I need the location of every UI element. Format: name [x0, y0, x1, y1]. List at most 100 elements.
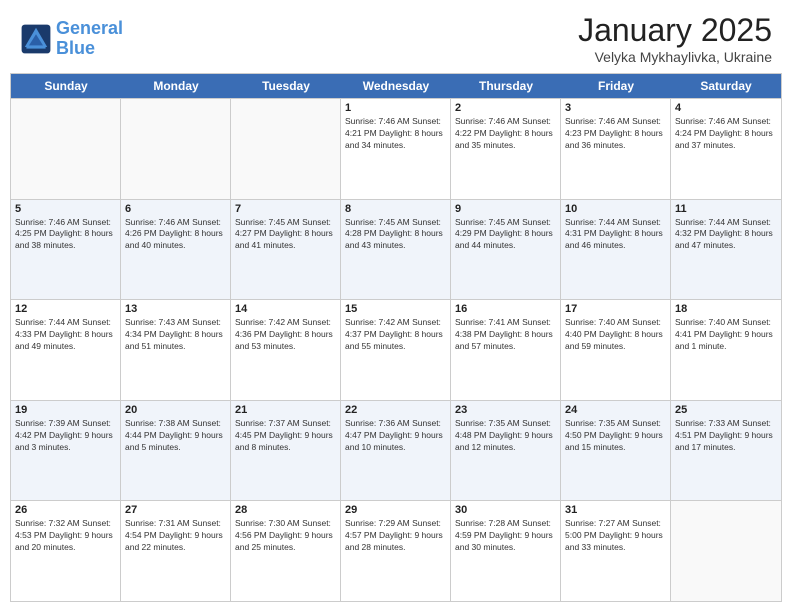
header-wednesday: Wednesday	[341, 74, 451, 98]
day-info-1: Sunrise: 7:46 AM Sunset: 4:21 PM Dayligh…	[345, 116, 446, 152]
day-cell-4: 4 Sunrise: 7:46 AM Sunset: 4:24 PM Daylig…	[671, 99, 781, 199]
day-number-22: 22	[345, 404, 446, 416]
day-number-13: 13	[125, 303, 226, 315]
day-number-12: 12	[15, 303, 116, 315]
day-info-4: Sunrise: 7:46 AM Sunset: 4:24 PM Dayligh…	[675, 116, 777, 152]
logo: General Blue	[20, 19, 123, 59]
logo-text: General Blue	[56, 19, 123, 59]
day-cell-12: 12Sunrise: 7:44 AM Sunset: 4:33 PM Dayli…	[11, 300, 121, 400]
calendar-body: 1Sunrise: 7:46 AM Sunset: 4:21 PM Daylig…	[11, 98, 781, 601]
day-number-31: 31	[565, 504, 666, 516]
day-cell-21: 21 Sunrise: 7:37 AM Sunset: 4:45 PM Dayli…	[231, 401, 341, 501]
day-cell-30: 30Sunrise: 7:28 AM Sunset: 4:59 PM Dayli…	[451, 501, 561, 601]
day-info-23: Sunrise: 7:35 AM Sunset: 4:48 PM Dayligh…	[455, 418, 556, 454]
day-info-28: Sunrise: 7:30 AM Sunset: 4:56 PM Dayligh…	[235, 518, 336, 554]
day-cell-24: 24 Sunrise: 7:35 AM Sunset: 4:50 PM Dayli…	[561, 401, 671, 501]
header-thursday: Thursday	[451, 74, 561, 98]
day-number-8: 8	[345, 203, 446, 215]
day-number-10: 10	[565, 203, 666, 215]
day-number-26: 26	[15, 504, 116, 516]
day-cell-17: 17 Sunrise: 7:40 AM Sunset: 4:40 PM Dayli…	[561, 300, 671, 400]
day-number-4: 4	[675, 102, 777, 114]
day-number-24: 24	[565, 404, 666, 416]
day-info-7: Sunrise: 7:45 AM Sunset: 4:27 PM Dayligh…	[235, 217, 336, 253]
day-info-8: Sunrise: 7:45 AM Sunset: 4:28 PM Dayligh…	[345, 217, 446, 253]
calendar-header: Sunday Monday Tuesday Wednesday Thursday…	[11, 74, 781, 98]
day-cell-9: 9Sunrise: 7:45 AM Sunset: 4:29 PM Daylig…	[451, 200, 561, 300]
day-info-25: Sunrise: 7:33 AM Sunset: 4:51 PM Dayligh…	[675, 418, 777, 454]
day-info-9: Sunrise: 7:45 AM Sunset: 4:29 PM Dayligh…	[455, 217, 556, 253]
day-number-7: 7	[235, 203, 336, 215]
day-number-15: 15	[345, 303, 446, 315]
day-number-19: 19	[15, 404, 116, 416]
header-tuesday: Tuesday	[231, 74, 341, 98]
day-info-2: Sunrise: 7:46 AM Sunset: 4:22 PM Dayligh…	[455, 116, 556, 152]
day-info-19: Sunrise: 7:39 AM Sunset: 4:42 PM Dayligh…	[15, 418, 116, 454]
day-cell-empty	[11, 99, 121, 199]
day-cell-19: 19 Sunrise: 7:39 AM Sunset: 4:42 PM Dayli…	[11, 401, 121, 501]
day-info-20: Sunrise: 7:38 AM Sunset: 4:44 PM Dayligh…	[125, 418, 226, 454]
page: General Blue January 2025 Velyka Mykhayl…	[0, 0, 792, 612]
day-cell-11: 11Sunrise: 7:44 AM Sunset: 4:32 PM Dayli…	[671, 200, 781, 300]
day-info-13: Sunrise: 7:43 AM Sunset: 4:34 PM Dayligh…	[125, 317, 226, 353]
week-row-4: 19 Sunrise: 7:39 AM Sunset: 4:42 PM Dayli…	[11, 400, 781, 501]
day-info-15: Sunrise: 7:42 AM Sunset: 4:37 PM Dayligh…	[345, 317, 446, 353]
day-info-16: Sunrise: 7:41 AM Sunset: 4:38 PM Dayligh…	[455, 317, 556, 353]
day-number-6: 6	[125, 203, 226, 215]
day-cell-1: 1Sunrise: 7:46 AM Sunset: 4:21 PM Daylig…	[341, 99, 451, 199]
day-info-6: Sunrise: 7:46 AM Sunset: 4:26 PM Dayligh…	[125, 217, 226, 253]
header-friday: Friday	[561, 74, 671, 98]
day-cell-15: 15 Sunrise: 7:42 AM Sunset: 4:37 PM Dayli…	[341, 300, 451, 400]
day-number-27: 27	[125, 504, 226, 516]
day-number-5: 5	[15, 203, 116, 215]
day-cell-25: 25 Sunrise: 7:33 AM Sunset: 4:51 PM Dayli…	[671, 401, 781, 501]
day-cell-31: 31 Sunrise: 7:27 AM Sunset: 5:00 PM Dayli…	[561, 501, 671, 601]
day-cell-14: 14Sunrise: 7:42 AM Sunset: 4:36 PM Dayli…	[231, 300, 341, 400]
week-row-3: 12Sunrise: 7:44 AM Sunset: 4:33 PM Dayli…	[11, 299, 781, 400]
day-info-17: Sunrise: 7:40 AM Sunset: 4:40 PM Dayligh…	[565, 317, 666, 353]
day-cell-empty	[121, 99, 231, 199]
header-sunday: Sunday	[11, 74, 121, 98]
calendar: Sunday Monday Tuesday Wednesday Thursday…	[10, 73, 782, 602]
logo-icon	[20, 23, 52, 55]
day-number-29: 29	[345, 504, 446, 516]
day-cell-27: 27Sunrise: 7:31 AM Sunset: 4:54 PM Dayli…	[121, 501, 231, 601]
day-cell-empty	[231, 99, 341, 199]
day-cell-2: 2 Sunrise: 7:46 AM Sunset: 4:22 PM Daylig…	[451, 99, 561, 199]
day-cell-8: 8 Sunrise: 7:45 AM Sunset: 4:28 PM Daylig…	[341, 200, 451, 300]
day-number-21: 21	[235, 404, 336, 416]
day-info-21: Sunrise: 7:37 AM Sunset: 4:45 PM Dayligh…	[235, 418, 336, 454]
day-number-17: 17	[565, 303, 666, 315]
day-cell-13: 13 Sunrise: 7:43 AM Sunset: 4:34 PM Dayli…	[121, 300, 231, 400]
day-number-23: 23	[455, 404, 556, 416]
day-info-26: Sunrise: 7:32 AM Sunset: 4:53 PM Dayligh…	[15, 518, 116, 554]
day-info-5: Sunrise: 7:46 AM Sunset: 4:25 PM Dayligh…	[15, 217, 116, 253]
day-cell-6: 6 Sunrise: 7:46 AM Sunset: 4:26 PM Daylig…	[121, 200, 231, 300]
day-info-3: Sunrise: 7:46 AM Sunset: 4:23 PM Dayligh…	[565, 116, 666, 152]
day-info-11: Sunrise: 7:44 AM Sunset: 4:32 PM Dayligh…	[675, 217, 777, 253]
logo-line1: General	[56, 18, 123, 38]
day-number-20: 20	[125, 404, 226, 416]
day-number-2: 2	[455, 102, 556, 114]
day-cell-10: 10Sunrise: 7:44 AM Sunset: 4:31 PM Dayli…	[561, 200, 671, 300]
week-row-1: 1Sunrise: 7:46 AM Sunset: 4:21 PM Daylig…	[11, 98, 781, 199]
day-info-24: Sunrise: 7:35 AM Sunset: 4:50 PM Dayligh…	[565, 418, 666, 454]
day-info-31: Sunrise: 7:27 AM Sunset: 5:00 PM Dayligh…	[565, 518, 666, 554]
header: General Blue January 2025 Velyka Mykhayl…	[0, 0, 792, 73]
day-cell-5: 5 Sunrise: 7:46 AM Sunset: 4:25 PM Daylig…	[11, 200, 121, 300]
day-cell-28: 28Sunrise: 7:30 AM Sunset: 4:56 PM Dayli…	[231, 501, 341, 601]
day-info-30: Sunrise: 7:28 AM Sunset: 4:59 PM Dayligh…	[455, 518, 556, 554]
day-cell-22: 22Sunrise: 7:36 AM Sunset: 4:47 PM Dayli…	[341, 401, 451, 501]
logo-line2: Blue	[56, 38, 95, 58]
day-cell-empty	[671, 501, 781, 601]
header-saturday: Saturday	[671, 74, 781, 98]
title-block: January 2025 Velyka Mykhaylivka, Ukraine	[578, 12, 772, 65]
week-row-5: 26 Sunrise: 7:32 AM Sunset: 4:53 PM Dayli…	[11, 500, 781, 601]
day-cell-23: 23 Sunrise: 7:35 AM Sunset: 4:48 PM Dayli…	[451, 401, 561, 501]
day-number-25: 25	[675, 404, 777, 416]
day-cell-26: 26 Sunrise: 7:32 AM Sunset: 4:53 PM Dayli…	[11, 501, 121, 601]
day-info-18: Sunrise: 7:40 AM Sunset: 4:41 PM Dayligh…	[675, 317, 777, 353]
location-title: Velyka Mykhaylivka, Ukraine	[578, 49, 772, 65]
day-number-14: 14	[235, 303, 336, 315]
header-monday: Monday	[121, 74, 231, 98]
